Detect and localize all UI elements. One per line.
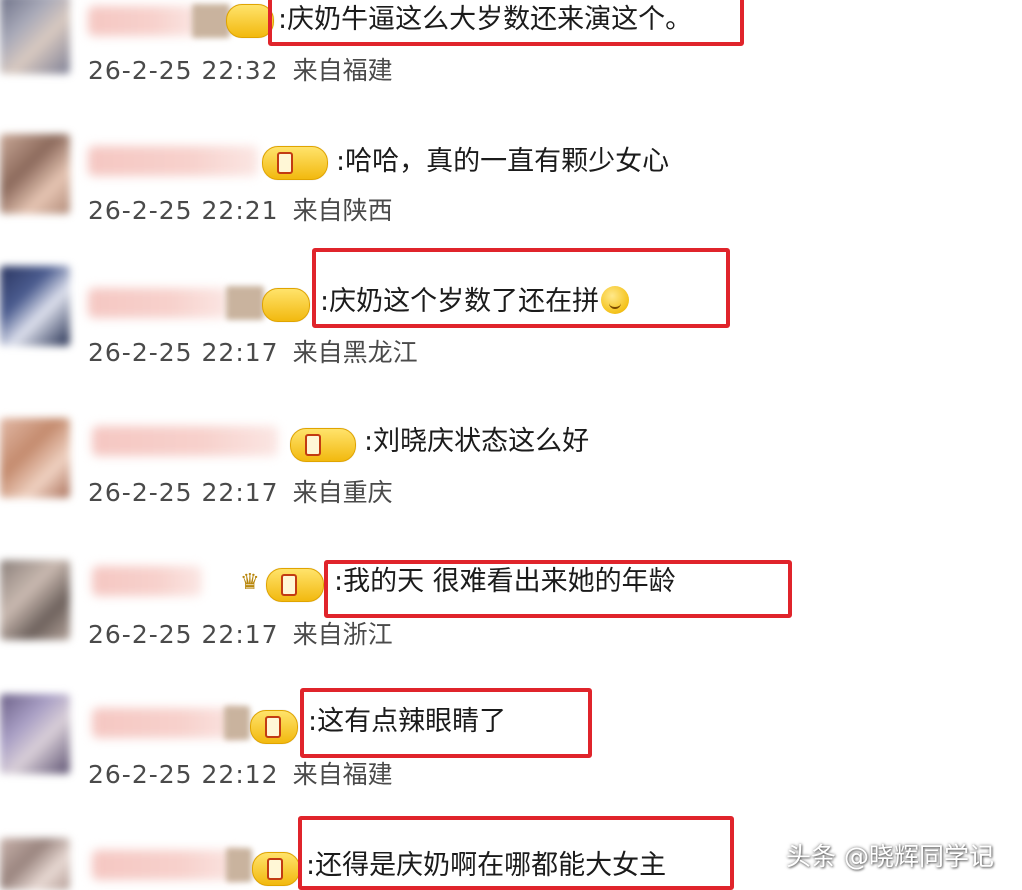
avatar[interactable] (0, 418, 70, 498)
comment-location: 来自黑龙江 (292, 338, 418, 367)
comment-time: 26-2-25 22:17 (88, 478, 279, 507)
watermark: 头条 @晓辉同学记 (786, 842, 994, 871)
level-badge (252, 852, 300, 886)
avatar[interactable] (0, 560, 70, 640)
comment-meta: 26-2-25 22:32 来自福建 (88, 56, 393, 86)
comment-meta: 26-2-25 22:17 来自重庆 (88, 478, 393, 508)
highlight-box (300, 688, 592, 758)
comment-time: 26-2-25 22:17 (88, 338, 279, 367)
comment-location: 来自浙江 (292, 620, 393, 649)
username[interactable] (92, 426, 278, 456)
comment-meta: 26-2-25 22:12 来自福建 (88, 760, 393, 790)
comment-item[interactable]: :哈哈，真的一直有颗少女心 26-2-25 22:21 来自陕西 (0, 128, 1022, 248)
level-badge (262, 288, 310, 322)
avatar[interactable] (0, 266, 70, 346)
highlight-box (298, 816, 734, 890)
level-badge (266, 568, 324, 602)
username-tail (192, 4, 230, 38)
comment-list: :庆奶牛逼这么大岁数还来演这个。 26-2-25 22:32 来自福建 :哈哈，真… (0, 0, 1022, 890)
comment-text: :刘晓庆状态这么好 (364, 426, 590, 457)
highlight-box (324, 560, 792, 618)
comment-location: 来自福建 (292, 760, 393, 789)
username-tail (226, 848, 252, 882)
level-badge (290, 428, 356, 462)
level-icon (267, 858, 283, 880)
comment-item[interactable]: :庆奶牛逼这么大岁数还来演这个。 26-2-25 22:32 来自福建 (0, 0, 1022, 120)
level-icon (265, 716, 281, 738)
comment-item[interactable]: :这有点辣眼睛了 26-2-25 22:12 来自福建 (0, 688, 1022, 808)
level-icon (305, 434, 321, 456)
avatar[interactable] (0, 694, 70, 774)
comment-location: 来自福建 (292, 56, 393, 85)
level-badge (250, 710, 298, 744)
username[interactable] (88, 6, 198, 36)
username[interactable] (88, 288, 228, 318)
comment-meta: 26-2-25 22:21 来自陕西 (88, 196, 393, 226)
avatar[interactable] (0, 134, 70, 214)
level-icon (281, 574, 297, 596)
avatar[interactable] (0, 0, 70, 74)
comment-meta: 26-2-25 22:17 来自黑龙江 (88, 338, 418, 368)
level-badge (262, 146, 328, 180)
comment-item[interactable]: :庆奶这个岁数了还在拼 26-2-25 22:17 来自黑龙江 (0, 246, 1022, 368)
username[interactable] (88, 146, 258, 176)
username-tail (226, 286, 264, 320)
highlight-box (268, 0, 744, 46)
crown-icon: ♛ (240, 570, 260, 595)
comment-location: 来自陕西 (292, 196, 393, 225)
comment-item[interactable]: :刘晓庆状态这么好 26-2-25 22:17 来自重庆 (0, 408, 1022, 528)
comment-meta: 26-2-25 22:17 来自浙江 (88, 620, 393, 650)
username[interactable] (92, 850, 242, 880)
username-tail (224, 706, 250, 740)
comment-location: 来自重庆 (292, 478, 393, 507)
comment-item[interactable]: ♛ :我的天 很难看出来她的年龄 26-2-25 22:17 来自浙江 (0, 552, 1022, 672)
comment-text: :哈哈，真的一直有颗少女心 (336, 146, 670, 177)
comment-time: 26-2-25 22:21 (88, 196, 279, 225)
comment-time: 26-2-25 22:17 (88, 620, 279, 649)
avatar[interactable] (0, 838, 70, 890)
comment-time: 26-2-25 22:12 (88, 760, 279, 789)
highlight-box (312, 248, 730, 328)
comment-time: 26-2-25 22:32 (88, 56, 279, 85)
username[interactable] (92, 566, 202, 596)
level-icon (277, 152, 293, 174)
username[interactable] (92, 708, 242, 738)
level-badge (226, 4, 274, 38)
